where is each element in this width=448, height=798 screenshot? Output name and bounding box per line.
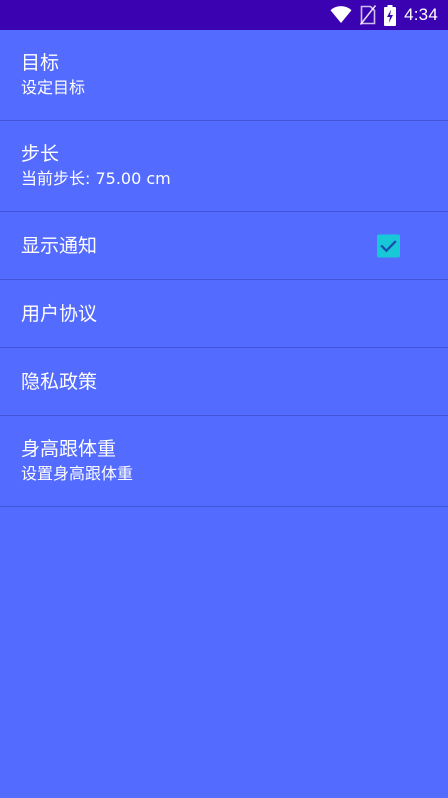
battery-charging-icon	[384, 4, 397, 26]
settings-list: 目标 设定目标 步长 当前步长: 75.00 cm 显示通知 用户协议 隐私政策…	[0, 30, 448, 507]
check-icon	[380, 239, 397, 252]
goal-summary: 设定目标	[21, 78, 86, 97]
height-weight-title: 身高跟体重	[21, 438, 117, 460]
notification-checkbox[interactable]	[377, 234, 400, 257]
privacy-policy-setting[interactable]: 隐私政策	[0, 348, 448, 416]
height-weight-setting[interactable]: 身高跟体重 设置身高跟体重	[0, 416, 448, 507]
no-sim-icon	[360, 5, 377, 25]
goal-title: 目标	[21, 52, 60, 74]
stride-setting[interactable]: 步长 当前步长: 75.00 cm	[0, 121, 448, 212]
goal-setting[interactable]: 目标 设定目标	[0, 30, 448, 121]
status-time: 4:34	[404, 5, 438, 24]
user-agreement-setting[interactable]: 用户协议	[0, 280, 448, 348]
stride-summary: 当前步长: 75.00 cm	[21, 169, 171, 188]
stride-title: 步长	[21, 143, 60, 165]
status-bar: 4:34	[0, 0, 448, 30]
height-weight-summary: 设置身高跟体重	[21, 464, 134, 483]
privacy-policy-title: 隐私政策	[21, 370, 98, 393]
user-agreement-title: 用户协议	[21, 302, 98, 325]
notification-setting[interactable]: 显示通知	[0, 212, 448, 280]
wifi-icon	[330, 6, 352, 24]
